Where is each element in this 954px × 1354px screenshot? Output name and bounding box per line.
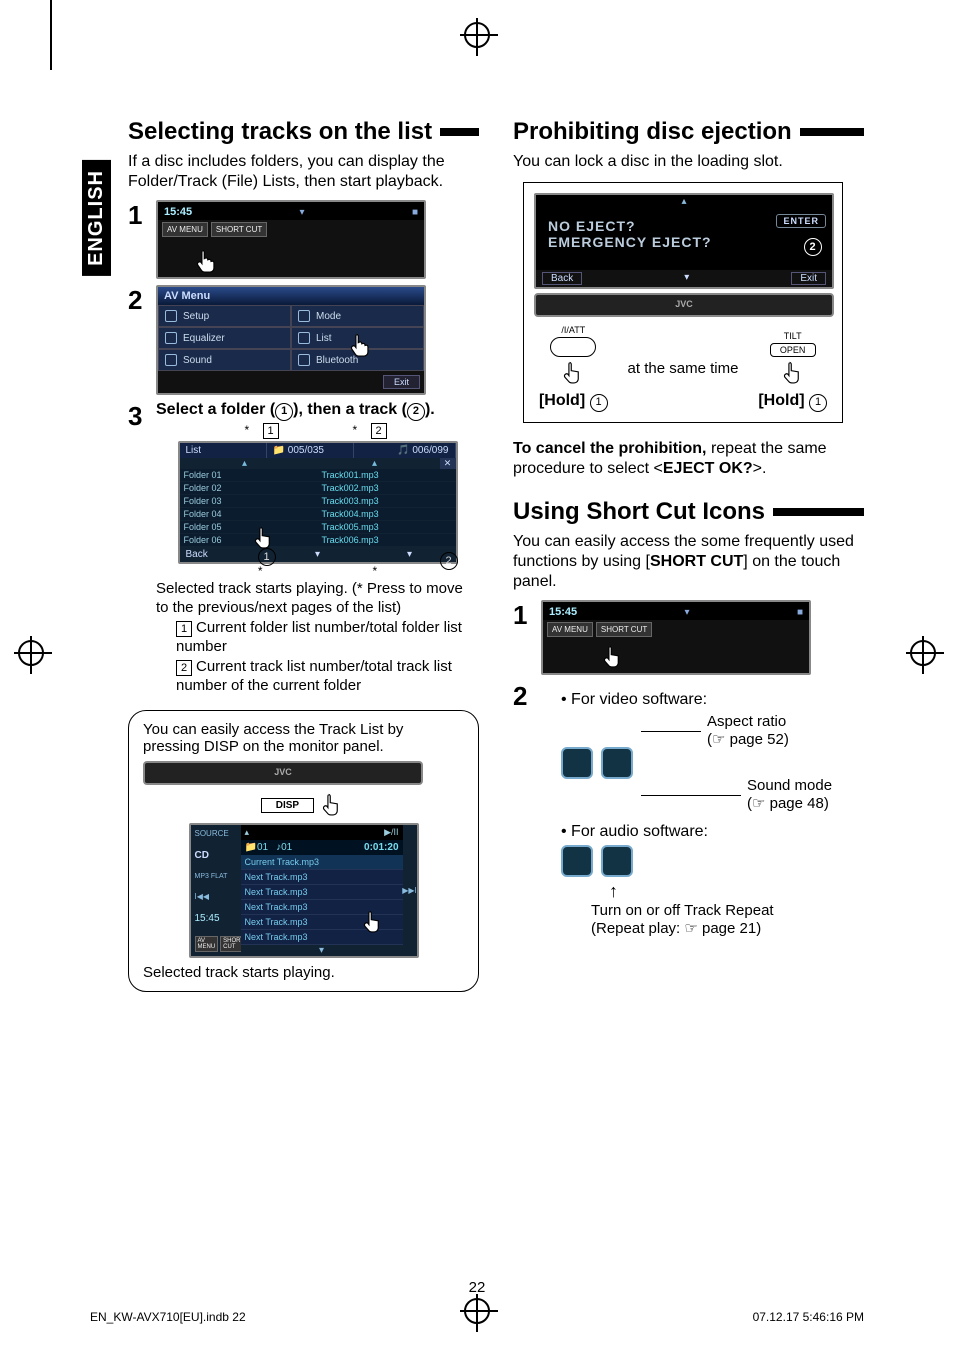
- callout-2: 2: [804, 238, 822, 256]
- faceplate-illustration: JVC: [534, 293, 834, 317]
- track-counter: 🎵 006/099: [354, 443, 456, 458]
- screen-sc-step1: 15:45 ▾ ■ AV MENU SHORT CUT: [541, 600, 811, 675]
- note-track-counter: Current track list number/total track li…: [176, 658, 452, 695]
- faceplate-illustration: JVC: [143, 761, 423, 785]
- menu-item-sound[interactable]: Sound: [158, 349, 291, 371]
- step-1-number: 1: [128, 200, 148, 231]
- intro-selecting-tracks: If a disc includes folders, you can disp…: [128, 152, 479, 192]
- short-cut-button[interactable]: SHORT CUT: [596, 622, 652, 637]
- step-2-number: 2: [128, 285, 148, 316]
- footer-timestamp: 07.12.17 5:46:16 PM: [753, 1310, 864, 1324]
- av-menu-button[interactable]: AV MENU: [547, 622, 593, 637]
- note-folder-counter: Current folder list number/total folder …: [176, 619, 462, 656]
- eject-procedure-box: ▴ ENTER NO EJECT? EMERGENCY EJECT? 2 Bac…: [523, 182, 843, 423]
- aspect-ratio-icon[interactable]: [601, 747, 633, 779]
- sound-mode-icon[interactable]: [561, 845, 593, 877]
- menu-item-mode[interactable]: Mode: [291, 305, 424, 327]
- heading-selecting-tracks: Selecting tracks on the list: [128, 118, 479, 146]
- heading-shortcut-icons: Using Short Cut Icons: [513, 498, 864, 526]
- screen-no-eject: ▴ ENTER NO EJECT? EMERGENCY EJECT? 2 Bac…: [534, 193, 834, 289]
- equalizer-icon: [165, 332, 177, 344]
- enter-button[interactable]: ENTER: [776, 214, 826, 228]
- registration-mark-icon: [910, 640, 936, 666]
- tap-hand-icon: [192, 247, 220, 275]
- disp-button[interactable]: DISP: [261, 798, 314, 813]
- sound-mode-icon[interactable]: [561, 747, 593, 779]
- back-button[interactable]: Back: [542, 272, 582, 285]
- intro-prohibiting: You can lock a disc in the loading slot.: [513, 152, 864, 172]
- footer-file: EN_KW-AVX710[EU].indb 22: [90, 1310, 246, 1324]
- folder-list[interactable]: Folder 01 Folder 02 Folder 03 Folder 04 …: [180, 469, 318, 547]
- tap-hand-icon: [359, 908, 387, 936]
- att-button[interactable]: [550, 337, 596, 357]
- callout-1: 1: [590, 394, 608, 412]
- mode-icon: [298, 310, 310, 322]
- list-label: List: [180, 443, 267, 458]
- screen-cd-tracklist: SOURCE CD MP3 FLAT I◀◀ 15:45 AV MENU SHO…: [189, 823, 419, 958]
- step3-caption: Selected track starts playing. (* Press …: [156, 580, 479, 618]
- sound-icon: [165, 354, 177, 366]
- av-menu-button[interactable]: AV MENU: [162, 222, 208, 237]
- screen-step1: 15:45 ▾ ■ AV MENU SHORT CUT: [156, 200, 426, 279]
- registration-mark-icon: [464, 22, 490, 48]
- screen-folder-track-list: List 📁 005/035 🎵 006/099 ▴ ▴ ✕ Folder 01: [178, 441, 458, 564]
- page-number: 22: [469, 1279, 486, 1296]
- tap-hand-icon: [599, 643, 627, 671]
- short-cut-button[interactable]: SHORT CUT: [211, 222, 267, 237]
- callout-1: 1: [809, 394, 827, 412]
- registration-mark-icon: [18, 640, 44, 666]
- disp-tip-box: You can easily access the Track List by …: [128, 710, 479, 992]
- sc-step-1-number: 1: [513, 600, 533, 631]
- sound-mode-caption: Sound mode(☞ page 48): [747, 777, 832, 813]
- menu-item-setup[interactable]: Setup: [158, 305, 291, 327]
- exit-button[interactable]: Exit: [383, 375, 420, 389]
- aspect-ratio-caption: Aspect ratio(☞ page 52): [707, 713, 789, 749]
- menu-item-equalizer[interactable]: Equalizer: [158, 327, 291, 349]
- tap-hand-icon: [318, 791, 346, 819]
- screen-av-menu: AV Menu Setup Mode Equalizer List Sound …: [156, 285, 426, 395]
- sc-step-2-number: 2: [513, 681, 533, 712]
- clock-text: 15:45: [164, 206, 192, 218]
- audio-software-label: • For audio software:: [561, 823, 864, 841]
- video-software-label: • For video software:: [561, 691, 864, 709]
- track-repeat-caption: Turn on or off Track Repeat(Repeat play:…: [591, 902, 864, 938]
- heading-prohibiting-ejection: Prohibiting disc ejection: [513, 118, 864, 146]
- exit-button[interactable]: Exit: [791, 272, 826, 285]
- open-button[interactable]: OPEN: [770, 343, 816, 357]
- list-icon: [298, 332, 310, 344]
- folder-counter: 📁 005/035: [267, 443, 354, 458]
- av-menu-title: AV Menu: [158, 287, 424, 305]
- track-repeat-icon[interactable]: [601, 845, 633, 877]
- tipbox-caption: Selected track starts playing.: [143, 964, 464, 981]
- cancel-prohibition-note: To cancel the prohibition, repeat the sa…: [513, 439, 864, 481]
- gear-icon: [165, 310, 177, 322]
- step-3-number: 3: [128, 401, 148, 432]
- tap-hand-icon: [779, 359, 807, 387]
- callout-1: 1: [258, 548, 276, 566]
- tap-hand-icon: [346, 331, 374, 359]
- step-3-instruction: Select a folder (1), then a track (2).: [156, 401, 479, 421]
- track-list[interactable]: Track001.mp3 Track002.mp3 Track003.mp3 T…: [318, 469, 456, 547]
- intro-shortcut: You can easily access the some frequentl…: [513, 532, 864, 592]
- callout-2: 2: [440, 552, 458, 570]
- bluetooth-icon: [298, 354, 310, 366]
- tap-hand-icon: [559, 359, 587, 387]
